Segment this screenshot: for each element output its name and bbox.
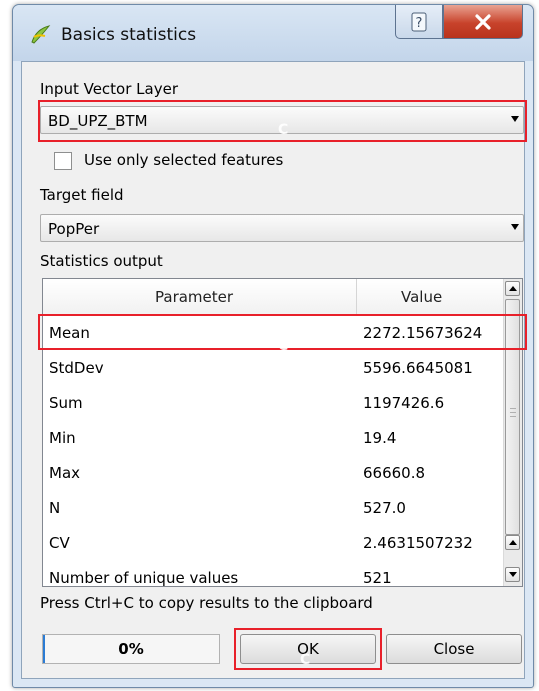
value-cell: 2272.15673624: [363, 324, 483, 342]
column-header-value[interactable]: Value: [401, 288, 442, 306]
arrow-up-icon: [509, 540, 517, 545]
qgis-icon: [31, 25, 51, 44]
statistics-output-label: Statistics output: [40, 252, 163, 270]
parameter-cell: Sum: [49, 394, 83, 412]
help-icon: ?: [411, 12, 427, 31]
selected-only-label[interactable]: Use only selected features: [84, 151, 283, 169]
close-icon: [475, 13, 491, 30]
arrow-down-icon: [509, 572, 517, 577]
annotation-mark: C: [300, 652, 311, 668]
scroll-thumb[interactable]: [505, 299, 520, 535]
dialog-body: Input Vector Layer BD_UPZ_BTM C Use only…: [21, 61, 527, 679]
close-window-button[interactable]: [443, 5, 523, 39]
parameter-cell: N: [49, 499, 61, 517]
statistics-table[interactable]: Parameter Value Mean 2272.15673624 StdDev 5…: [42, 278, 523, 587]
window-title: Basics statistics: [61, 25, 197, 45]
target-field-combobox[interactable]: PopPer: [40, 214, 524, 242]
table-row[interactable]: StdDev 5596.6645081: [43, 352, 505, 387]
grip-line: [510, 408, 516, 409]
annotation-mark: C: [278, 338, 289, 354]
table-row[interactable]: CV 2.4631507232: [43, 527, 505, 562]
scroll-up-button[interactable]: [505, 281, 520, 296]
grip-line: [510, 416, 516, 417]
value-cell: 2.4631507232: [363, 534, 473, 552]
value-cell: 5596.6645081: [363, 359, 473, 377]
grip-line: [510, 412, 516, 413]
target-field-value: PopPer: [48, 220, 100, 238]
close-button[interactable]: Close: [386, 634, 522, 664]
progress-text: 0%: [118, 640, 144, 658]
scroll-down-button[interactable]: [505, 567, 520, 582]
scroll-up-button-lower[interactable]: [505, 535, 520, 550]
value-cell: 1197426.6: [363, 394, 445, 412]
value-cell: 19.4: [363, 429, 397, 447]
table-row[interactable]: N 527.0: [43, 492, 505, 527]
arrow-up-icon: [509, 286, 517, 291]
table-row[interactable]: Max 66660.8: [43, 457, 505, 492]
table-header: Parameter Value: [43, 279, 505, 316]
table-row[interactable]: Mean 2272.15673624: [43, 317, 505, 352]
parameter-cell: Max: [49, 464, 81, 482]
target-field-label: Target field: [40, 186, 124, 204]
parameter-cell: StdDev: [49, 359, 104, 377]
table-row[interactable]: Sum 1197426.6: [43, 387, 505, 422]
annotation-mark: C: [278, 122, 289, 138]
progress-bar: 0%: [42, 634, 220, 664]
input-layer-value: BD_UPZ_BTM: [48, 112, 148, 130]
column-header-parameter[interactable]: Parameter: [155, 288, 233, 306]
clipboard-hint: Press Ctrl+C to copy results to the clip…: [40, 594, 373, 612]
input-layer-label: Input Vector Layer: [40, 80, 178, 98]
value-cell: 521: [363, 569, 392, 587]
chevron-down-icon: [511, 224, 519, 230]
table-row[interactable]: Min 19.4: [43, 422, 505, 457]
column-separator: [356, 279, 357, 315]
help-button[interactable]: ?: [395, 5, 443, 39]
title-bar[interactable]: Basics statistics ?: [13, 5, 533, 61]
svg-text:?: ?: [416, 16, 423, 31]
parameter-cell: Min: [49, 429, 76, 447]
value-cell: 66660.8: [363, 464, 426, 482]
selected-only-checkbox[interactable]: [54, 152, 72, 170]
parameter-cell: Mean: [49, 324, 90, 342]
parameter-cell: Number of unique values: [49, 569, 239, 587]
chevron-down-icon: [511, 116, 519, 122]
table-row[interactable]: Number of unique values 521: [43, 562, 505, 587]
parameter-cell: CV: [49, 534, 70, 552]
dialog-window: Basics statistics ? Input Vector Layer B…: [12, 4, 534, 688]
value-cell: 527.0: [363, 499, 406, 517]
vertical-scrollbar[interactable]: [503, 279, 522, 586]
